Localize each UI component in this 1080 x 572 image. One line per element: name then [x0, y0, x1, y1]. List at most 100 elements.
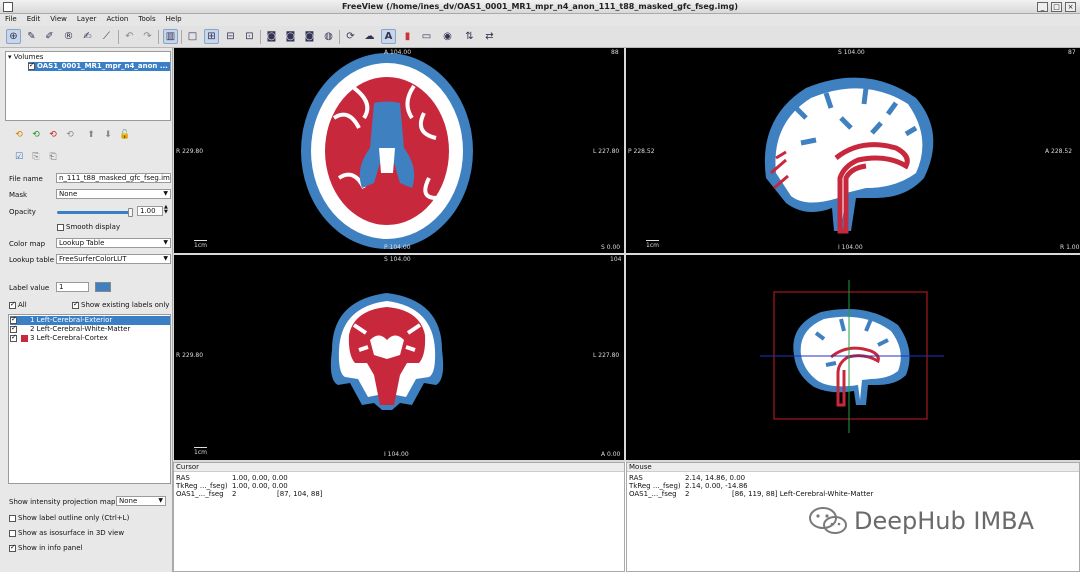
3d-view-icon[interactable]: ◍	[321, 29, 336, 44]
sagittal-view[interactable]: S 104.00 I 104.00 P 228.52 A 228.52 87 R…	[626, 48, 1080, 253]
cursor-row-ras[interactable]: RAS 1.00, 0.00, 0.00	[176, 474, 288, 482]
mouse-row-ras[interactable]: RAS 2.14, 14.86, 0.00	[629, 474, 745, 482]
file-name-field[interactable]: n_111_t88_masked_gfc_fseg.img	[56, 173, 171, 183]
chevron-down-icon: ▼	[163, 190, 168, 197]
coronal-view-icon[interactable]: ◙	[283, 29, 298, 44]
info-panel-option[interactable]: Show in info panel	[9, 543, 83, 552]
layer-item[interactable]: OAS1_0001_MR1_mpr_n4_anon ...	[28, 61, 170, 71]
label-row-3[interactable]: 3 Left-Cerebral-Cortex	[10, 333, 170, 343]
isosurface-option[interactable]: Show as isosurface in 3D view	[9, 529, 124, 537]
layout-1x1-icon[interactable]: □	[185, 29, 200, 44]
reset-view-icon[interactable]: ⟳	[343, 29, 358, 44]
lookup-table-select[interactable]: FreeSurferColorLUT ▼	[56, 254, 171, 264]
sagittal-left-label: P 228.52	[628, 148, 655, 155]
axial-scale-bar: 1cm	[194, 240, 207, 249]
cursor-row-tkreg[interactable]: TkReg ..._fseg) 1.00, 0.00, 0.00	[176, 482, 288, 490]
sagittal-view-icon[interactable]: ◙	[264, 29, 279, 44]
point-set-icon[interactable]: ✍	[80, 29, 95, 44]
coronal-right-label: L 227.80	[593, 352, 620, 359]
label-row-1[interactable]: 1 Left-Cerebral-Exterior	[10, 315, 170, 325]
layout-1-3-icon[interactable]: ⊟	[223, 29, 238, 44]
menu-tools[interactable]: Tools	[133, 14, 160, 26]
mouse-row-tkreg[interactable]: TkReg ..._fseg) 2.14, 0.00, -14.86	[629, 482, 748, 490]
show-existing-option[interactable]: Show existing labels only	[72, 300, 169, 309]
move-up-icon[interactable]: ⬆	[85, 129, 97, 141]
axial-view-icon[interactable]: ◙	[302, 29, 317, 44]
lock-icon[interactable]: 🔓	[119, 129, 131, 141]
menu-view[interactable]: View	[45, 14, 72, 26]
coronal-coordinate: A 0.00	[601, 451, 621, 458]
opacity-slider[interactable]	[57, 211, 133, 214]
axial-top-label: A 104.00	[384, 49, 412, 56]
label-outline-option[interactable]: Show label outline only (Ctrl+L)	[9, 514, 129, 522]
intensity-projection-select[interactable]: None ▼	[116, 496, 166, 506]
sagittal-top-label: S 104.00	[838, 49, 865, 56]
move-down-icon[interactable]: ⬇	[102, 129, 114, 141]
3d-view[interactable]	[626, 255, 1080, 460]
maximize-button[interactable]: □	[1051, 2, 1062, 12]
tree-group-volumes[interactable]: ▾ Volumes	[8, 53, 43, 62]
brain-icon[interactable]: ☁	[362, 29, 377, 44]
show-annotation-icon[interactable]: A	[381, 29, 396, 44]
all-checkbox[interactable]	[9, 300, 16, 309]
wechat-logo-icon	[809, 507, 847, 534]
close-volume-icon[interactable]: ⟲	[47, 129, 59, 141]
opacity-label: Opacity	[9, 208, 36, 216]
mask-select[interactable]: None ▼	[56, 189, 171, 199]
sagittal-slice-image	[764, 77, 934, 234]
redo-icon[interactable]: ↷	[140, 29, 155, 44]
isosurface-checkbox[interactable]	[9, 529, 16, 537]
voxel-edit-icon[interactable]: ✎	[24, 29, 39, 44]
label-outline-checkbox[interactable]	[9, 514, 16, 522]
copy-icon[interactable]: ⎘	[30, 151, 42, 163]
layer-tree: ▾ Volumes OAS1_0001_MR1_mpr_n4_anon ...	[5, 51, 171, 121]
camera-icon[interactable]: ◉	[440, 29, 455, 44]
layer-visible-checkbox[interactable]	[28, 61, 35, 70]
menu-action[interactable]: Action	[101, 14, 133, 26]
color-bar-icon[interactable]: ▮	[400, 29, 415, 44]
label-value-field[interactable]: 1	[56, 282, 89, 292]
show-existing-checkbox[interactable]	[72, 300, 79, 309]
load-volume-icon[interactable]: ⟲	[13, 129, 25, 141]
spin-arrows-icon[interactable]: ▲ ▼	[164, 205, 168, 215]
smooth-display-checkbox[interactable]	[57, 223, 64, 231]
mask-label: Mask	[9, 191, 28, 199]
info-panel-checkbox[interactable]	[9, 543, 16, 552]
roi-edit-icon[interactable]: ®	[61, 29, 76, 44]
layout-1-3-horizontal-icon[interactable]: ⊡	[242, 29, 257, 44]
opacity-slider-handle[interactable]	[128, 208, 133, 217]
label-row-2[interactable]: 2 Left-Cerebral-White-Matter	[10, 324, 170, 334]
toggle-panel-icon[interactable]: ▥	[163, 29, 178, 44]
layout-2x2-icon[interactable]: ⊞	[204, 29, 219, 44]
menu-edit[interactable]: Edit	[22, 14, 46, 26]
menu-help[interactable]: Help	[161, 14, 187, 26]
command-console-icon[interactable]: ▭	[419, 29, 434, 44]
opacity-spinbox[interactable]: 1.00	[137, 206, 163, 216]
sync-icon[interactable]: ⇅	[462, 29, 477, 44]
cursor-row-volume[interactable]: OAS1_..._fseg 2 [87, 104, 88]	[176, 490, 323, 498]
axial-bottom-label: P 104.00	[384, 244, 411, 251]
sagittal-slice-number: 87	[1068, 49, 1076, 56]
contour-tool-icon[interactable]: ⟋	[99, 29, 114, 44]
recon-edit-icon[interactable]: ✐	[42, 29, 57, 44]
close-button[interactable]: ×	[1065, 2, 1076, 12]
layer-action-icons: ⟲ ⟲ ⟲ ⟲ ⬆ ⬇ 🔓	[13, 129, 131, 141]
menu-layer[interactable]: Layer	[72, 14, 102, 26]
new-volume-icon[interactable]: ⟲	[30, 129, 42, 141]
all-option[interactable]: All	[9, 300, 27, 309]
paste-icon[interactable]: ⎗	[47, 151, 59, 163]
save-volume-icon[interactable]: ⟲	[64, 129, 76, 141]
color-map-select[interactable]: Lookup Table ▼	[56, 238, 171, 248]
axial-left-label: R 229.80	[176, 148, 204, 155]
smooth-display-option[interactable]: Smooth display	[57, 223, 120, 231]
navigate-tool-icon[interactable]: ⊕	[6, 29, 21, 44]
coronal-view[interactable]: S 104.00 I 104.00 R 229.80 L 227.80 104 …	[174, 255, 624, 460]
window-title: FreeView (/home/ines_dv/OAS1_0001_MR1_mp…	[342, 2, 738, 11]
menu-file[interactable]: File	[0, 14, 22, 26]
properties-icon[interactable]: ☑	[13, 151, 25, 163]
axial-view[interactable]: A 104.00 P 104.00 R 229.80 L 227.80 88 S…	[174, 48, 624, 253]
undo-icon[interactable]: ↶	[122, 29, 137, 44]
minimize-button[interactable]: _	[1037, 2, 1048, 12]
mouse-row-volume[interactable]: OAS1_..._fseg 2 [86, 119, 88] Left-Cerebra…	[629, 490, 873, 498]
transform-icon[interactable]: ⇄	[482, 29, 497, 44]
